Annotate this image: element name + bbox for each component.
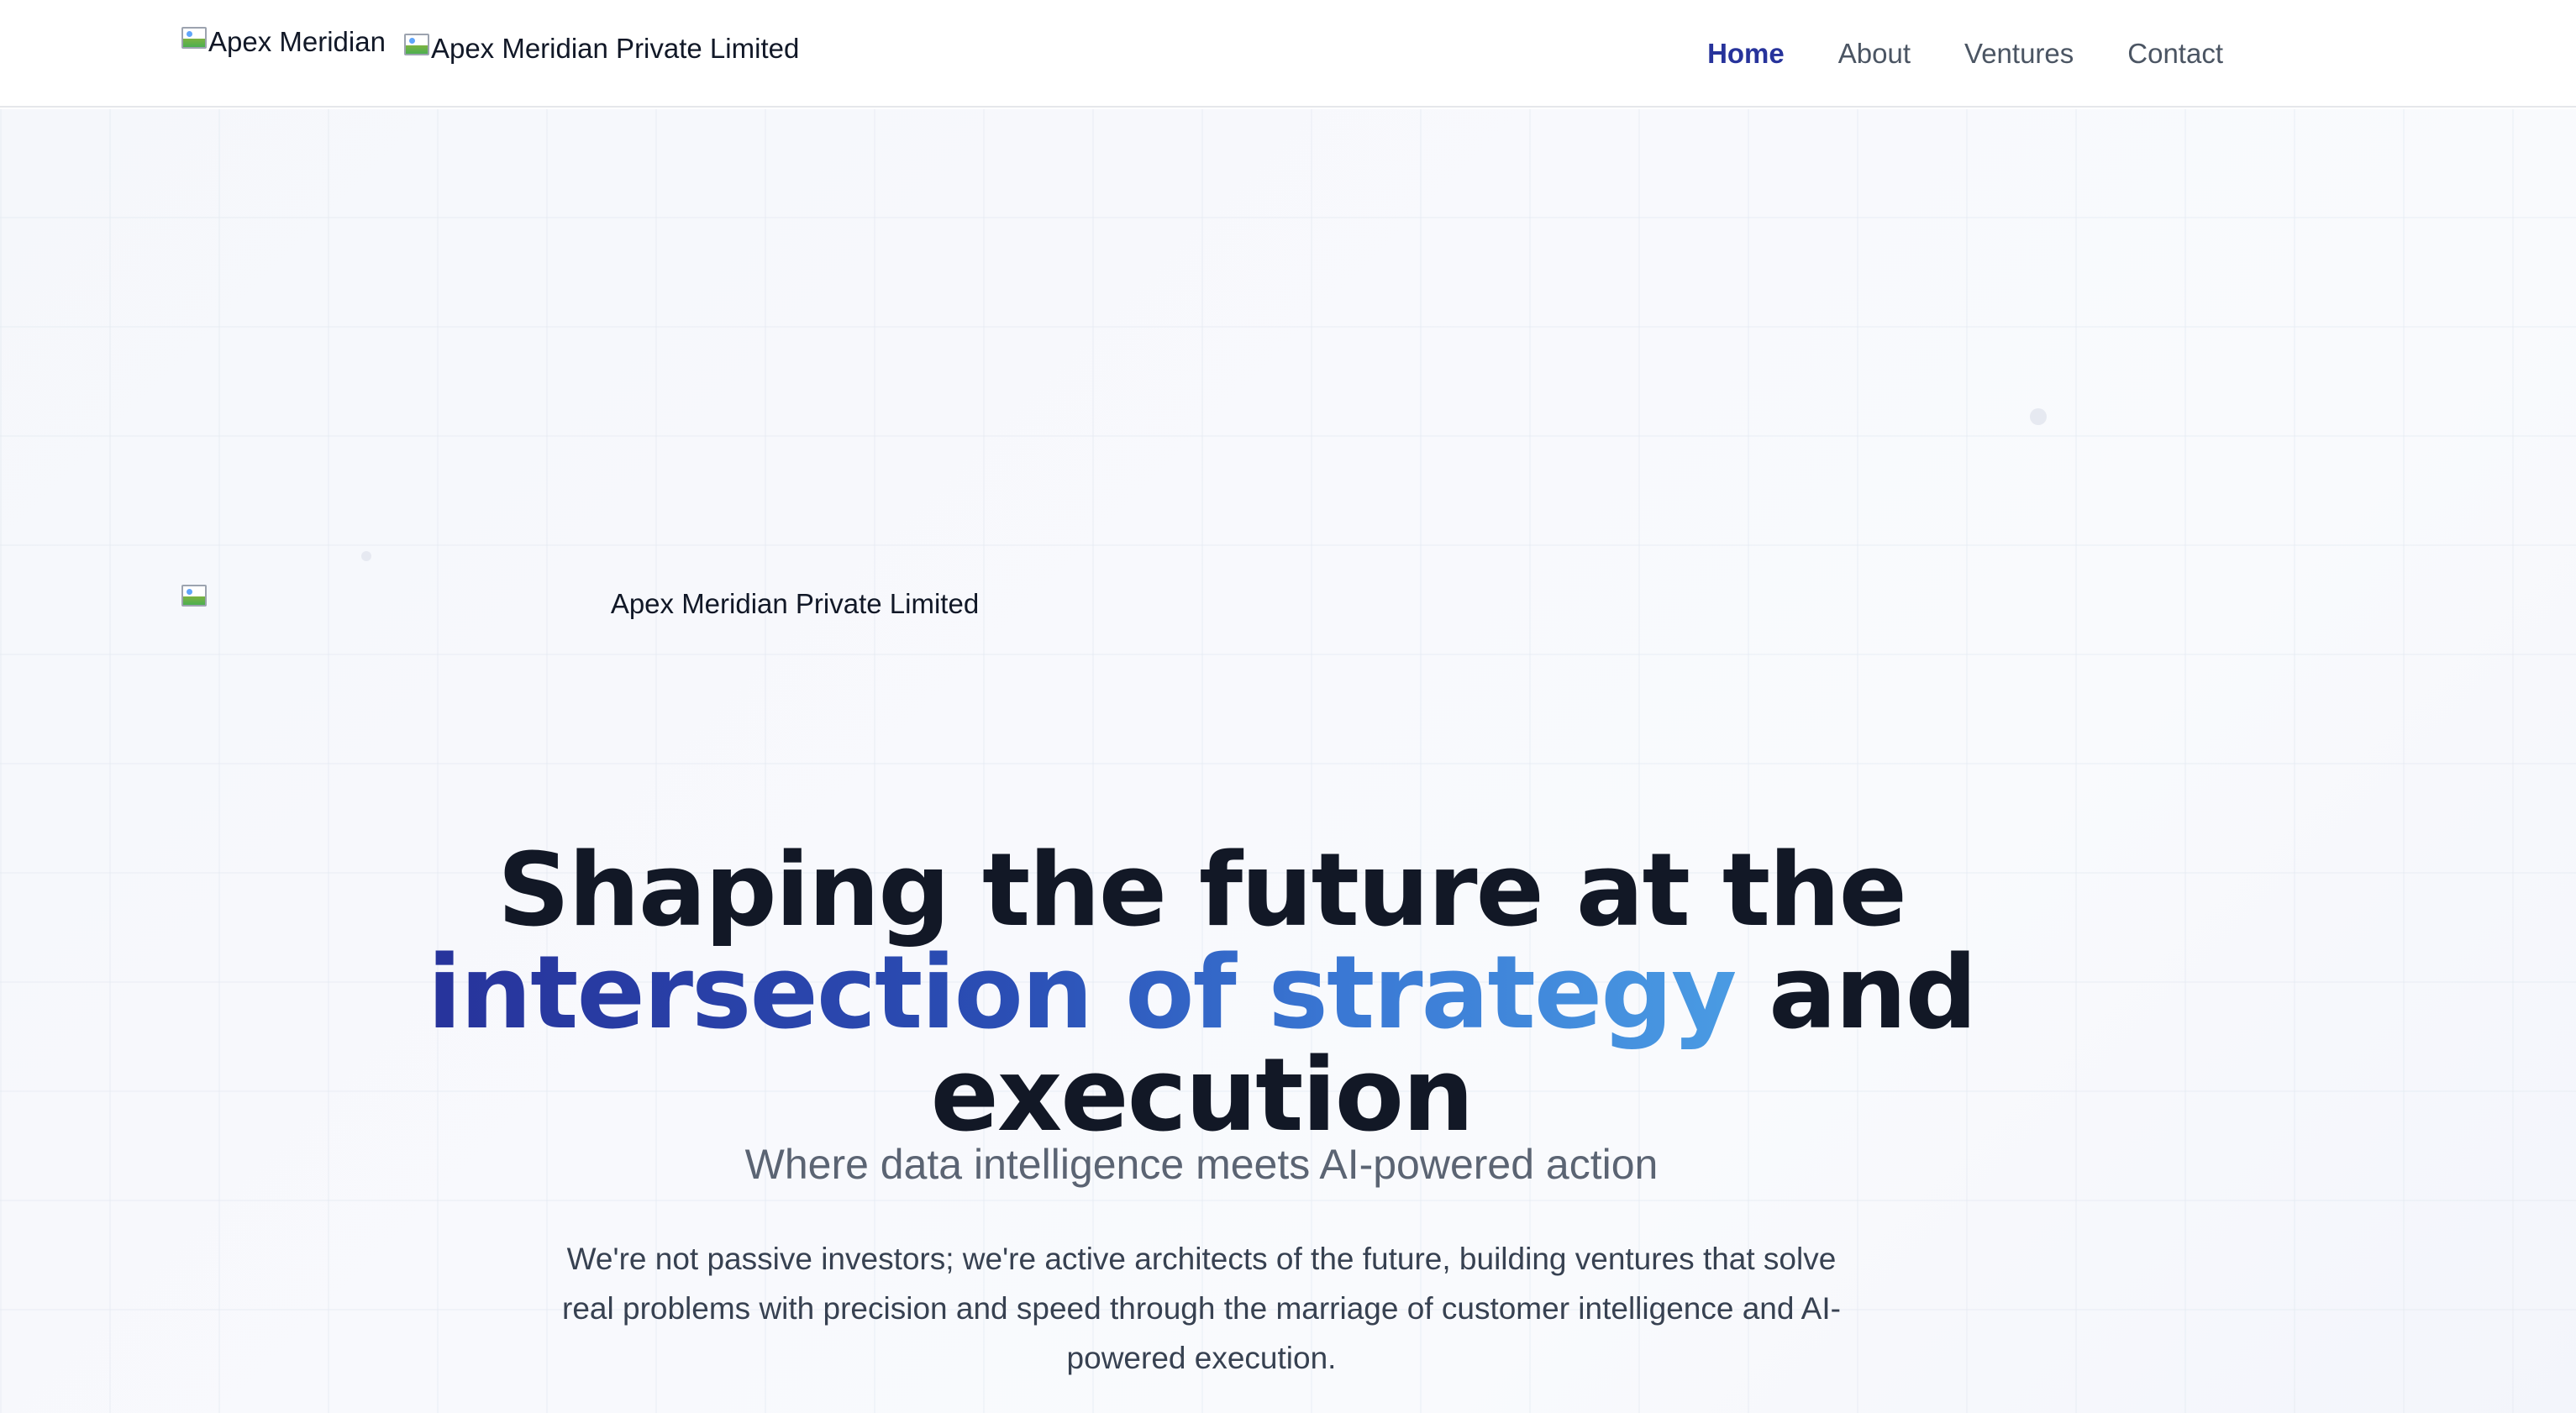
- wordmark-alt-text: Apex Meridian Private Limited: [430, 33, 800, 64]
- main-nav: Home About Ventures Contact: [1707, 34, 2223, 74]
- headline-accent-text: intersection of strategy: [427, 935, 1737, 1052]
- hero-subtitle: Where data intelligence meets AI-powered…: [744, 1141, 1659, 1188]
- hero-logo-image: Apex Meridian Private Limited: [180, 583, 1410, 625]
- decorative-dot: [2030, 408, 2047, 425]
- wordmark-image[interactable]: Apex Meridian Private Limited: [402, 32, 799, 66]
- brand[interactable]: Apex Meridian Apex Meridian Private Limi…: [180, 25, 799, 66]
- hero-section: [0, 109, 2576, 1413]
- decorative-dot: [361, 551, 371, 561]
- nav-about-link[interactable]: About: [1838, 34, 1911, 74]
- site-header: Apex Meridian Apex Meridian Private Limi…: [0, 0, 2576, 108]
- hero-description: We're not passive investors; we're activ…: [562, 1242, 1841, 1375]
- nav-contact-link[interactable]: Contact: [2127, 34, 2223, 74]
- nav-ventures-link[interactable]: Ventures: [1964, 34, 2074, 74]
- broken-image-icon: [402, 32, 429, 59]
- headline-text-start: Shaping the future at the: [497, 833, 1907, 949]
- hero-logo-alt-text: Apex Meridian Private Limited: [610, 588, 980, 619]
- nav-home-link[interactable]: Home: [1707, 34, 1785, 74]
- broken-image-icon: [180, 25, 207, 52]
- hero-headline: Shaping the future at the intersection o…: [180, 840, 2223, 1148]
- logo-alt-text: Apex Meridian: [208, 26, 386, 57]
- logo-image[interactable]: Apex Meridian: [180, 25, 386, 59]
